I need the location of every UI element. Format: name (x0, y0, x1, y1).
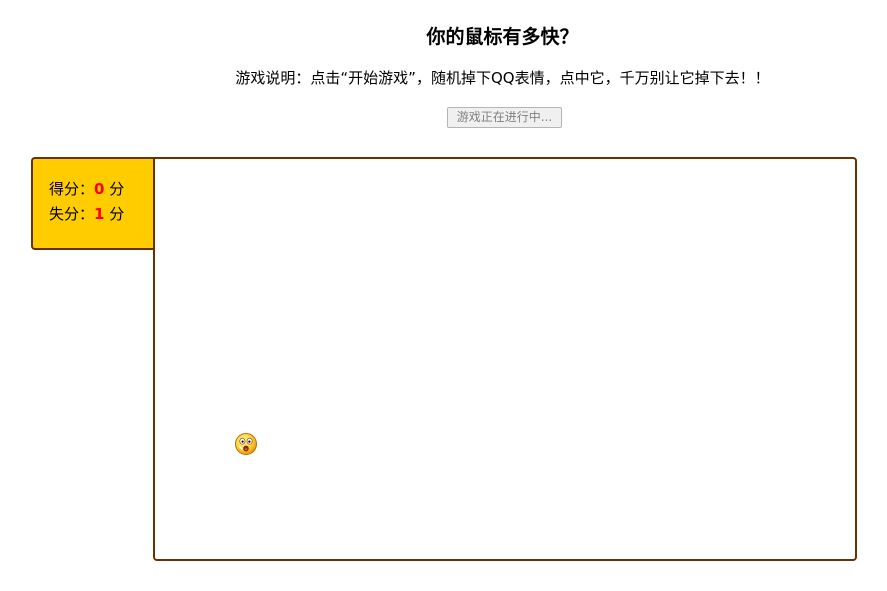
scoreboard-panel: 得分：0 分 失分：1 分 (31, 157, 154, 250)
start-game-button[interactable]: 游戏正在进行中... (447, 107, 562, 128)
score-unit: 分 (109, 180, 125, 198)
qq-shocked-emoticon-icon[interactable] (234, 432, 258, 456)
page-title: 你的鼠标有多快？ (426, 26, 579, 48)
game-play-area[interactable] (153, 157, 857, 561)
score-label: 得分： (49, 180, 95, 198)
miss-value: 1 (94, 205, 105, 223)
miss-unit: 分 (109, 205, 125, 223)
score-value: 0 (94, 180, 105, 198)
miss-label: 失分： (49, 205, 95, 223)
miss-row: 失分：1 分 (49, 202, 154, 227)
game-page: 你的鼠标有多快？ 游戏说明：点击“开始游戏”，随机掉下QQ表情，点中它，千万别让… (0, 0, 887, 591)
game-instructions: 游戏说明：点击“开始游戏”，随机掉下QQ表情，点中它，千万别让它掉下去！！ (235, 69, 770, 87)
score-row: 得分：0 分 (49, 177, 154, 202)
